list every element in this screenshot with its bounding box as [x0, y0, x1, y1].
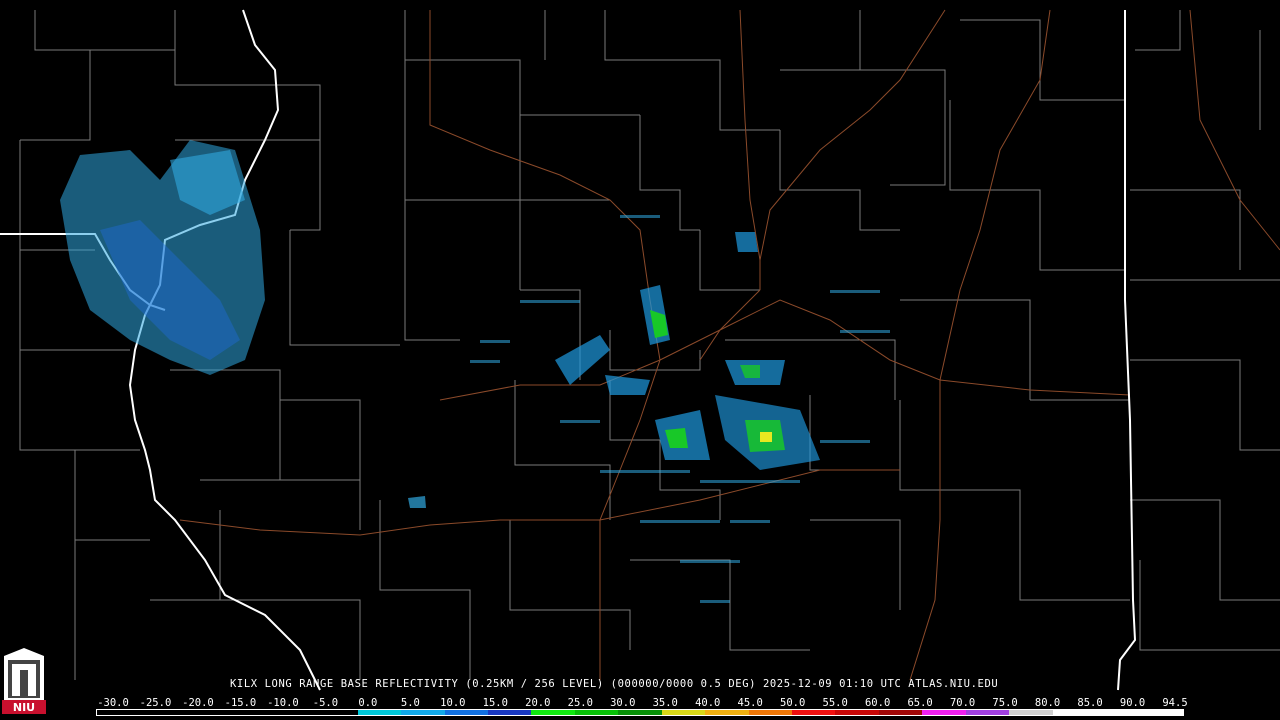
legend-swatch [227, 710, 271, 715]
legend-tick-label: 15.0 [482, 697, 508, 709]
legend-tick-label: 55.0 [822, 697, 848, 709]
legend-tick-label: 40.0 [695, 697, 721, 709]
radar-map [0, 9, 1280, 691]
legend-colorbar [96, 709, 1184, 716]
legend-tick-label: -15.0 [224, 697, 257, 709]
legend-tick-label: 65.0 [907, 697, 933, 709]
legend-swatch [835, 710, 879, 715]
legend-swatch [314, 710, 358, 715]
legend-tick-label: 45.0 [737, 697, 763, 709]
legend-tick-label: 70.0 [949, 697, 976, 709]
legend-tick-label: -5.0 [312, 697, 339, 709]
legend-swatch [661, 710, 706, 715]
legend-swatch [97, 710, 141, 715]
legend-swatch [1139, 710, 1183, 715]
legend-tick-label: 85.0 [1077, 697, 1103, 709]
legend-tick-label: 35.0 [652, 697, 678, 709]
legend-swatch [574, 710, 619, 715]
legend-swatch [401, 710, 445, 715]
legend-swatch [140, 710, 184, 715]
legend-swatch [792, 710, 836, 715]
legend-swatch [183, 710, 228, 715]
legend-tick-label: 0.0 [358, 697, 378, 709]
legend-tick-label: 75.0 [992, 697, 1018, 709]
legend-tick-label: 5.0 [400, 697, 420, 709]
legend-tick-label: 25.0 [567, 697, 593, 709]
legend-swatch [922, 710, 966, 715]
legend-tick-label: -10.0 [267, 697, 299, 709]
legend-swatch [357, 710, 402, 715]
legend-swatch [1052, 710, 1097, 715]
radar-caption: KILX LONG RANGE BASE REFLECTIVITY (0.25K… [230, 678, 999, 690]
legend-swatch [1009, 710, 1053, 715]
legend-swatch [531, 710, 575, 715]
legend-tick-label: 10.0 [440, 697, 466, 709]
legend-swatch [705, 710, 749, 715]
legend-labels: -30.0 -25.0 -20.0 -15.0 -10.0 -5.0 0.0 5.0 10.0 1… [0, 697, 1280, 709]
legend-tick-label: 50.0 [780, 697, 806, 709]
legend-tick-label: 30.0 [610, 697, 636, 709]
legend-swatch [444, 710, 488, 715]
legend-tick-label: 20.0 [525, 697, 551, 709]
legend-tick-label: 80.0 [1034, 697, 1061, 709]
legend-swatch [270, 710, 315, 715]
legend-tick-label: -20.0 [182, 697, 214, 709]
legend-swatch [965, 710, 1010, 715]
legend-tick-label: -25.0 [139, 697, 172, 709]
legend-swatch [618, 710, 662, 715]
legend-swatch [878, 710, 923, 715]
legend-swatch [487, 710, 532, 715]
legend-tick-label: 94.5 [1162, 697, 1188, 709]
legend-tick-label: 60.0 [864, 697, 891, 709]
legend-swatch [748, 710, 792, 715]
legend-tick-label: -30.0 [97, 697, 129, 709]
legend-tick-label: 90.0 [1119, 697, 1146, 709]
legend-swatch [1096, 710, 1140, 715]
